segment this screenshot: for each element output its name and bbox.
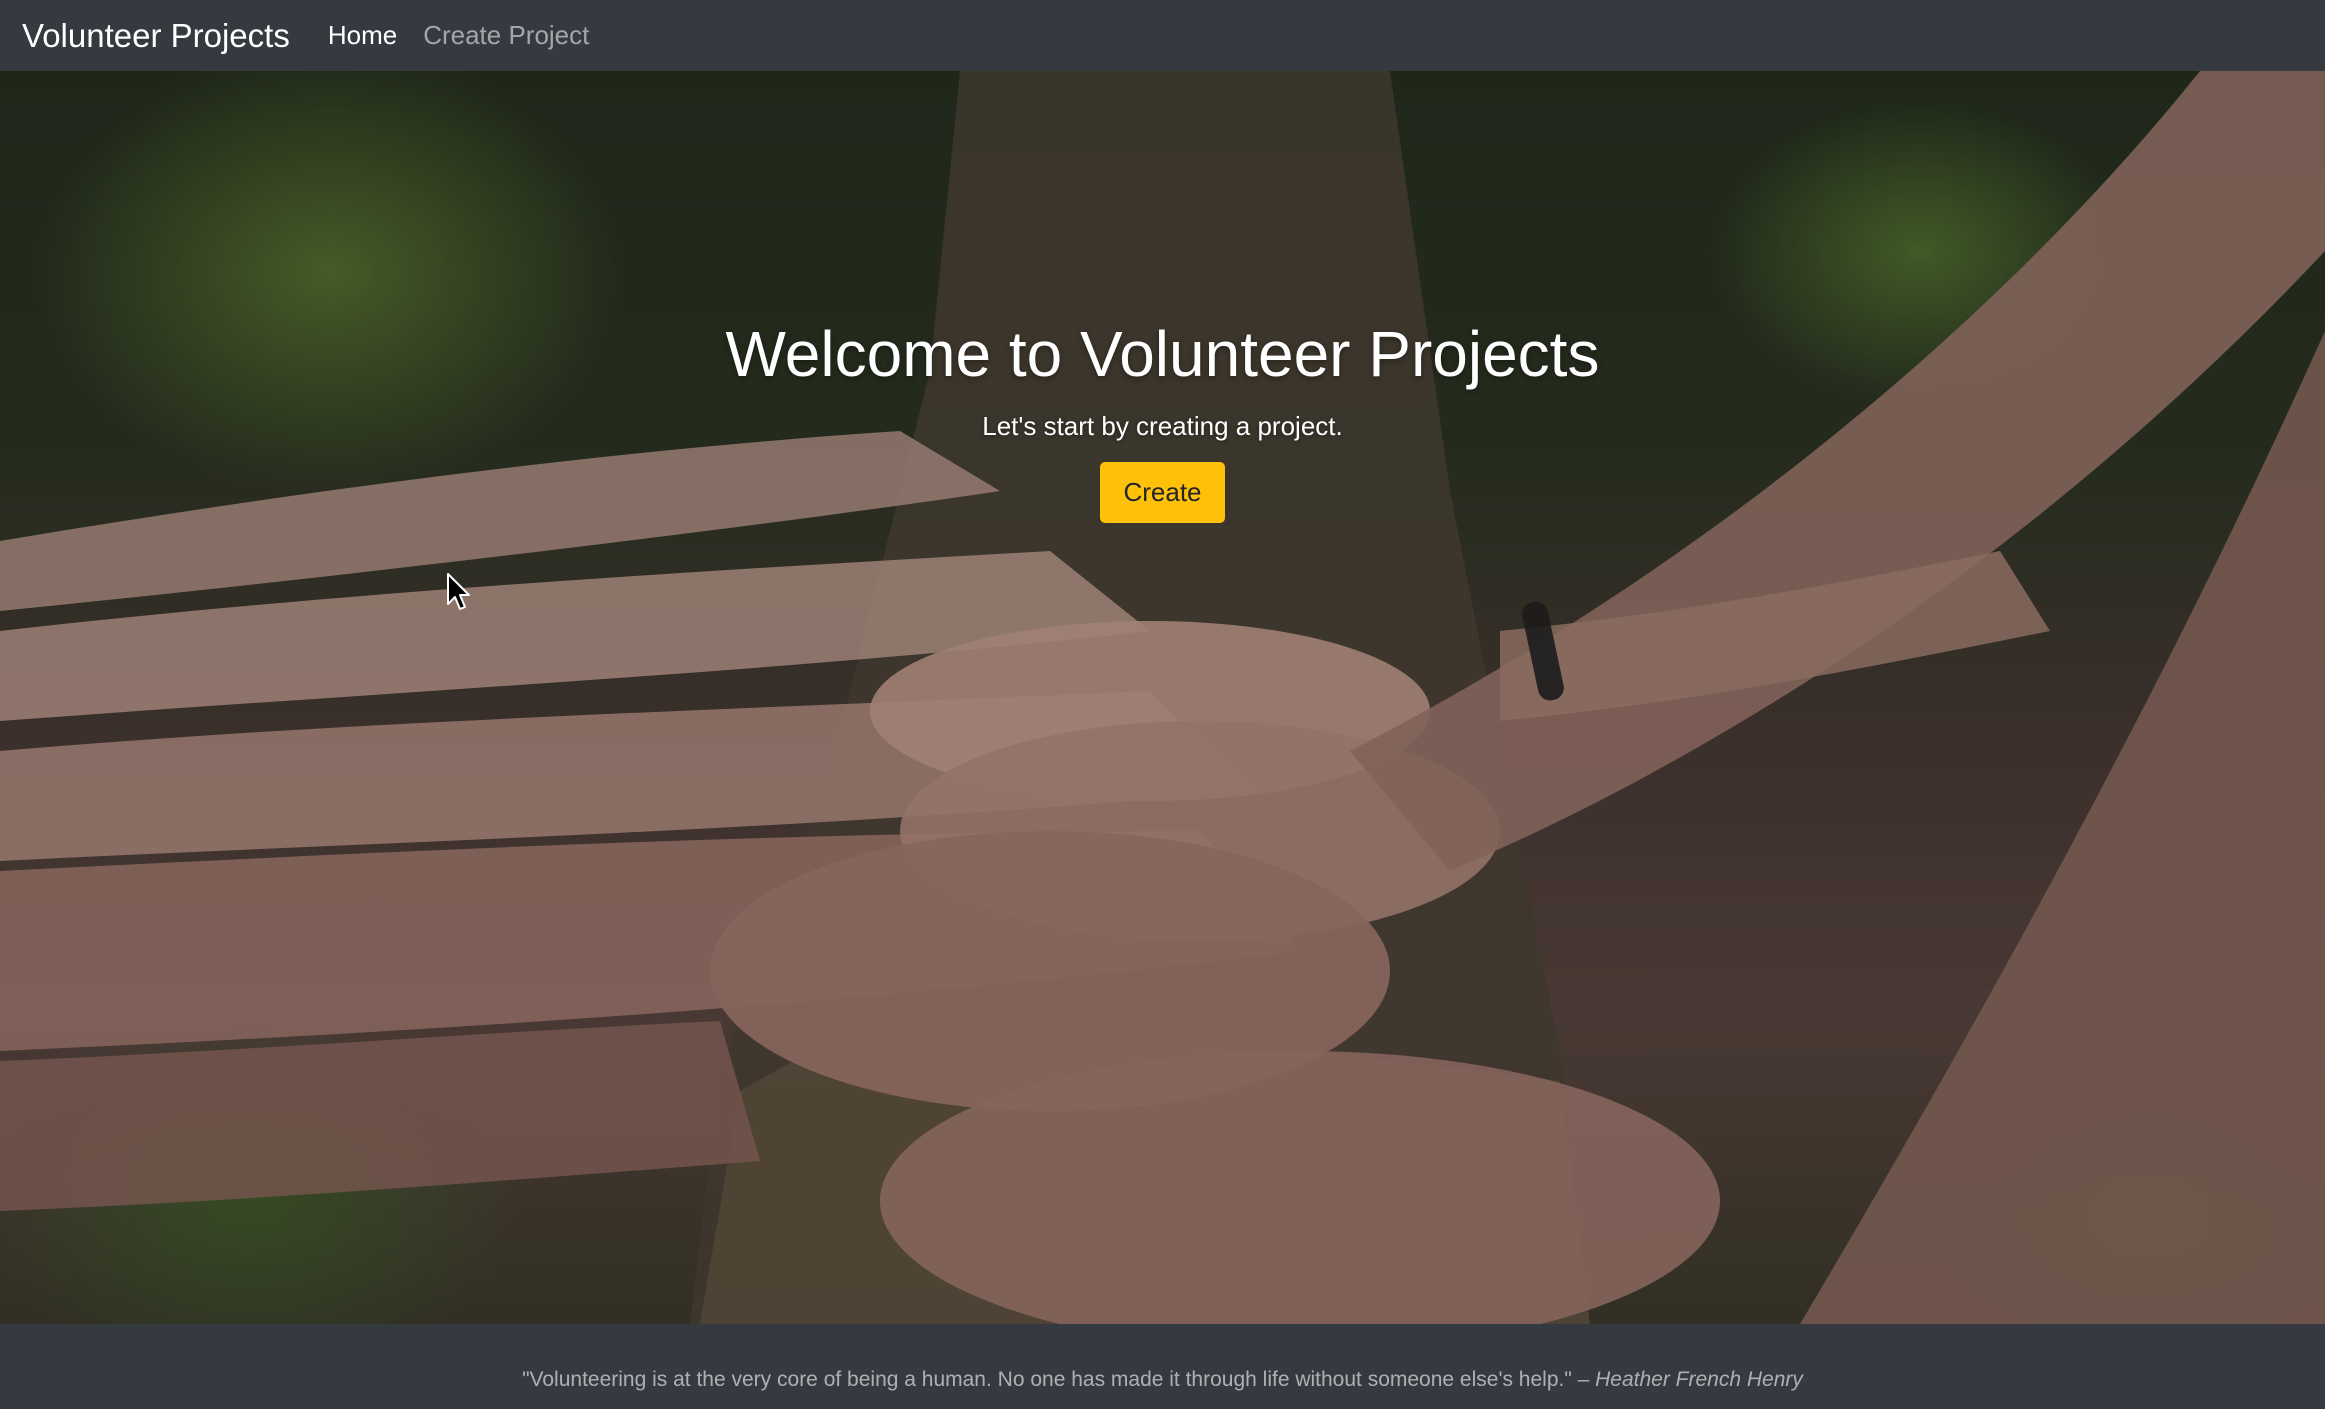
- create-button[interactable]: Create: [1100, 461, 1225, 523]
- hero-section: Welcome to Volunteer Projects Let's star…: [0, 71, 2325, 1324]
- footer-quote: "Volunteering is at the very core of bei…: [522, 1368, 1803, 1391]
- navbar: Volunteer Projects Home Create Project: [0, 0, 2325, 71]
- quote-text: "Volunteering is at the very core of bei…: [522, 1368, 1596, 1391]
- hero-overlay: [0, 71, 2325, 1324]
- quote-author: Heather French Henry: [1595, 1368, 1803, 1391]
- hero-content: Welcome to Volunteer Projects Let's star…: [0, 316, 2325, 523]
- nav-link-create-project[interactable]: Create Project: [423, 20, 589, 51]
- brand-link[interactable]: Volunteer Projects: [22, 17, 290, 55]
- footer: "Volunteering is at the very core of bei…: [0, 1324, 2325, 1409]
- mouse-cursor-icon: [447, 573, 470, 610]
- hero-subtitle: Let's start by creating a project.: [982, 410, 1343, 441]
- hero-title: Welcome to Volunteer Projects: [725, 318, 1600, 390]
- nav-link-home[interactable]: Home: [328, 20, 397, 51]
